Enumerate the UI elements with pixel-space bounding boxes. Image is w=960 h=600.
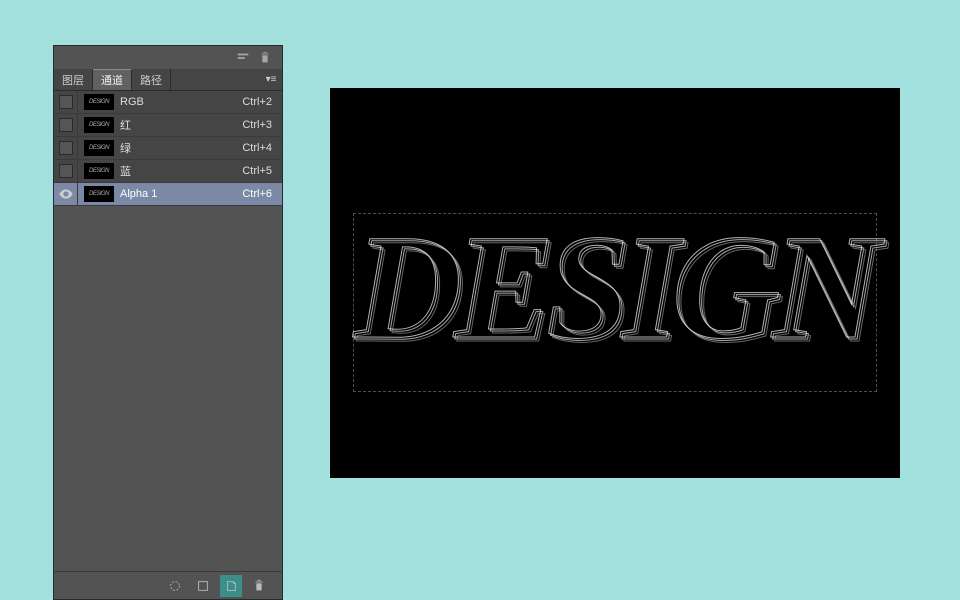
visibility-toggle[interactable]	[54, 114, 78, 136]
canvas-preview: DESIGN	[330, 88, 900, 478]
channel-thumbnail: DESIGN	[84, 186, 114, 202]
channel-thumbnail: DESIGN	[84, 163, 114, 179]
panel-menu-icon[interactable]: ▾≡	[260, 69, 282, 90]
channel-row[interactable]: DESIGN 蓝Ctrl+5	[54, 160, 282, 183]
channel-name: RGB	[120, 96, 242, 108]
tab-channels[interactable]: 通道	[93, 69, 132, 90]
tab-paths[interactable]: 路径	[132, 69, 171, 90]
panel-footer	[54, 571, 282, 599]
visibility-empty-icon	[59, 141, 73, 155]
channels-panel: 图层 通道 路径 ▾≡ DESIGN RGBCtrl+2 DESIGN 红Ctrl+3…	[53, 45, 283, 600]
visibility-toggle[interactable]	[54, 91, 78, 113]
channel-name: Alpha 1	[120, 188, 242, 200]
trash-icon[interactable]	[258, 51, 272, 65]
collapse-icon[interactable]	[236, 51, 250, 65]
channel-shortcut: Ctrl+5	[242, 165, 282, 177]
channel-shortcut: Ctrl+4	[242, 142, 282, 154]
channel-thumbnail: DESIGN	[84, 140, 114, 156]
channel-row[interactable]: DESIGN 绿Ctrl+4	[54, 137, 282, 160]
design-artwork: DESIGN	[356, 203, 875, 375]
visibility-empty-icon	[59, 164, 73, 178]
eye-icon	[58, 186, 74, 202]
visibility-toggle[interactable]	[54, 137, 78, 159]
new-channel-icon[interactable]	[220, 575, 242, 597]
channel-shortcut: Ctrl+3	[242, 119, 282, 131]
panel-tabs: 图层 通道 路径 ▾≡	[54, 69, 282, 91]
visibility-toggle[interactable]	[54, 160, 78, 182]
visibility-toggle[interactable]	[54, 183, 78, 205]
channel-row[interactable]: DESIGN 红Ctrl+3	[54, 114, 282, 137]
channel-row[interactable]: DESIGN RGBCtrl+2	[54, 91, 282, 114]
channel-row[interactable]: DESIGN Alpha 1Ctrl+6	[54, 183, 282, 206]
panel-topbar	[54, 46, 282, 69]
save-selection-as-channel-icon[interactable]	[192, 575, 214, 597]
visibility-empty-icon	[59, 118, 73, 132]
selection-from-channel-icon[interactable]	[164, 575, 186, 597]
channel-name: 绿	[120, 140, 242, 156]
channel-shortcut: Ctrl+2	[242, 96, 282, 108]
channel-list: DESIGNRGBCtrl+2DESIGN红Ctrl+3DESIGN绿Ctrl+…	[54, 91, 282, 571]
delete-channel-icon[interactable]	[248, 575, 270, 597]
visibility-empty-icon	[59, 95, 73, 109]
channel-thumbnail: DESIGN	[84, 94, 114, 110]
channel-thumbnail: DESIGN	[84, 117, 114, 133]
channel-name: 蓝	[120, 163, 242, 179]
channel-shortcut: Ctrl+6	[242, 188, 282, 200]
tab-layers[interactable]: 图层	[54, 69, 93, 90]
channel-name: 红	[120, 117, 242, 133]
